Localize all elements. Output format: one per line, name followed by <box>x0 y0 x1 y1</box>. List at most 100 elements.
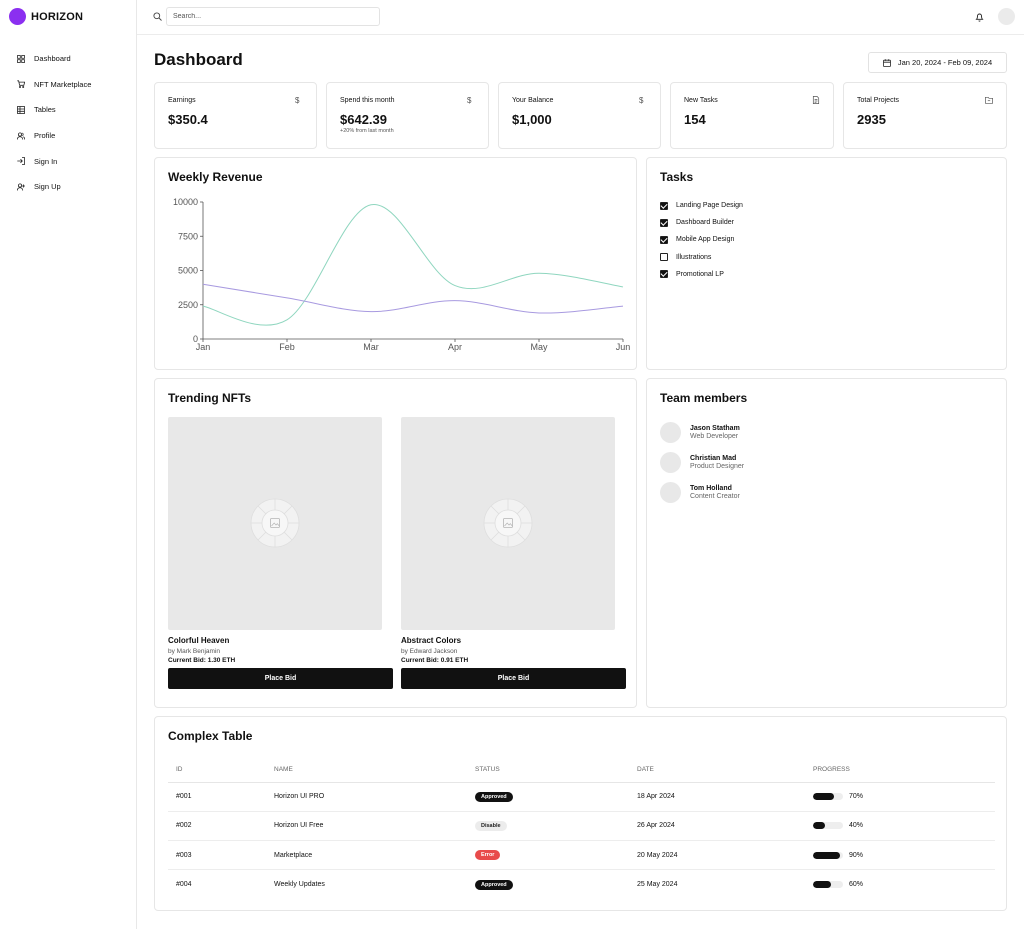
member-role: Product Designer <box>690 462 745 470</box>
place-bid-button[interactable]: Place Bid <box>168 668 393 689</box>
bell-icon[interactable] <box>975 12 984 22</box>
cell-name: Weekly Updates <box>274 881 325 889</box>
team-member[interactable]: Jason Statham Web Developer <box>660 417 744 447</box>
checkbox[interactable] <box>660 218 668 227</box>
nft-image[interactable] <box>401 417 615 630</box>
stat-card-earnings: Earnings $ $350.4 <box>154 82 317 149</box>
task-label: Mobile App Design <box>676 236 735 244</box>
column-header-date[interactable]: DATE <box>629 757 805 783</box>
table-row[interactable]: #003 Marketplace Error 20 May 2024 90% <box>168 840 995 871</box>
column-header-name[interactable]: NAME <box>266 757 467 783</box>
cell-date: 26 Apr 2024 <box>629 811 805 842</box>
stat-card-spend: Spend this month $ $642.39 +20% from las… <box>326 82 489 149</box>
cell-date: 20 May 2024 <box>629 840 805 871</box>
nft-image[interactable] <box>168 417 382 630</box>
progress-bar <box>813 793 843 801</box>
dollar-icon: $ <box>639 96 644 105</box>
column-header-progress[interactable]: PROGRESS <box>805 757 995 783</box>
revenue-line-chart: 025005000750010000Jan Feb Mar Apr May Jun <box>173 197 630 352</box>
progress-fill <box>813 822 825 830</box>
nft-card: Abstract Colors by Edward Jackson Curren… <box>401 417 626 689</box>
y-tick-label: 10000 <box>173 197 198 207</box>
x-tick-label: May <box>530 342 548 352</box>
member-name: Tom Holland <box>690 484 732 492</box>
date-range-label: Jan 20, 2024 - Feb 09, 2024 <box>897 58 993 67</box>
sidebar-item-label: Sign In <box>34 156 58 166</box>
column-header-id[interactable]: ID <box>168 757 266 783</box>
cell-progress: 40% <box>805 811 995 842</box>
brand[interactable]: HORIZON <box>9 8 83 25</box>
team-member[interactable]: Tom Holland Content Creator <box>660 477 744 507</box>
sign-in-icon <box>17 157 25 166</box>
progress-fill <box>813 851 840 859</box>
sidebar-item-profile[interactable]: Profile <box>17 123 91 149</box>
y-tick-label: 2500 <box>178 300 198 310</box>
folder-icon <box>985 96 993 104</box>
task-label: Promotional LP <box>676 270 724 278</box>
nft-current-bid: Current Bid: 0.91 ETH <box>401 657 469 664</box>
checkbox[interactable] <box>660 235 668 244</box>
task-item[interactable]: Promotional LP <box>660 266 743 283</box>
x-tick-label: Jan <box>196 342 211 352</box>
cell-progress: 90% <box>805 840 995 871</box>
task-item[interactable]: Landing Page Design <box>660 197 743 214</box>
grid-icon <box>17 54 25 63</box>
stat-label: Spend this month <box>340 97 395 104</box>
table-row[interactable]: #004 Weekly Updates Approved 25 May 2024… <box>168 870 995 899</box>
stat-value: $642.39 <box>340 112 387 127</box>
page-title: Dashboard <box>154 50 243 69</box>
sidebar-item-sign-up[interactable]: Sign Up <box>17 174 91 200</box>
task-item[interactable]: Illustrations <box>660 249 743 266</box>
user-avatar[interactable] <box>998 8 1015 25</box>
member-role: Web Developer <box>690 432 739 440</box>
status-badge: Approved <box>475 791 513 802</box>
sidebar-item-sign-in[interactable]: Sign In <box>17 148 91 174</box>
nft-name: Abstract Colors <box>401 636 462 645</box>
team-member[interactable]: Christian Mad Product Designer <box>660 447 744 477</box>
progress-label: 40% <box>849 822 864 830</box>
sidebar-item-tables[interactable]: Tables <box>17 97 91 123</box>
nft-card: Colorful Heaven by Mark Benjamin Current… <box>168 417 393 689</box>
stat-label: Your Balance <box>512 97 554 104</box>
stat-value: $1,000 <box>512 112 552 127</box>
stat-card-balance: Your Balance $ $1,000 <box>498 82 661 149</box>
cell-id: #001 <box>168 782 266 812</box>
cell-name: Marketplace <box>266 840 467 871</box>
stat-label: New Tasks <box>684 97 718 104</box>
table-row[interactable]: #002 Horizon UI Free Disable 26 Apr 2024… <box>168 811 995 842</box>
sidebar-item-label: Tables <box>34 105 56 115</box>
member-role: Content Creator <box>690 492 740 500</box>
checkbox[interactable] <box>660 201 668 210</box>
stat-card-total-projects: Total Projects 2935 <box>843 82 1007 149</box>
brand-name: HORIZON <box>31 10 84 23</box>
column-header-status[interactable]: STATUS <box>467 757 629 783</box>
task-item[interactable]: Mobile App Design <box>660 231 743 248</box>
task-label: Landing Page Design <box>676 202 743 210</box>
y-tick-label: 5000 <box>178 266 198 276</box>
member-avatar <box>660 481 681 503</box>
complex-table: ID NAME STATUS DATE PROGRESS #001 Horizo… <box>168 757 995 899</box>
stat-value: 2935 <box>857 112 886 127</box>
search-icon <box>153 12 162 21</box>
place-bid-button[interactable]: Place Bid <box>401 668 626 689</box>
nft-author: by Edward Jackson <box>401 648 458 655</box>
sidebar-item-dashboard[interactable]: Dashboard <box>17 46 91 72</box>
checkbox[interactable] <box>660 253 668 262</box>
weekly-revenue-panel: Weekly Revenue 0 2500 5000 7500 10000 Jan Feb M… <box>154 157 637 370</box>
task-item[interactable]: Dashboard Builder <box>660 214 743 231</box>
dollar-icon: $ <box>295 96 300 105</box>
member-avatar <box>660 421 681 443</box>
member-name: Christian Mad <box>690 454 737 462</box>
table-row[interactable]: #001 Horizon UI PRO Approved 18 Apr 2024… <box>168 782 995 812</box>
date-range-picker[interactable]: Jan 20, 2024 - Feb 09, 2024 <box>868 52 1007 73</box>
checkbox[interactable] <box>660 270 668 279</box>
top-header <box>137 0 1024 35</box>
users-icon <box>17 132 25 140</box>
search-input[interactable] <box>166 7 380 26</box>
trending-nfts-panel: Trending NFTs Colorful Heaven by Mark Be… <box>154 378 637 708</box>
sidebar-nav: Dashboard NFT Marketplace Tables Profile… <box>17 46 91 200</box>
progress-bar <box>813 851 843 859</box>
series-line-2 <box>202 283 624 314</box>
progress-bar <box>813 881 843 889</box>
sidebar-item-nft-marketplace[interactable]: NFT Marketplace <box>17 72 91 98</box>
